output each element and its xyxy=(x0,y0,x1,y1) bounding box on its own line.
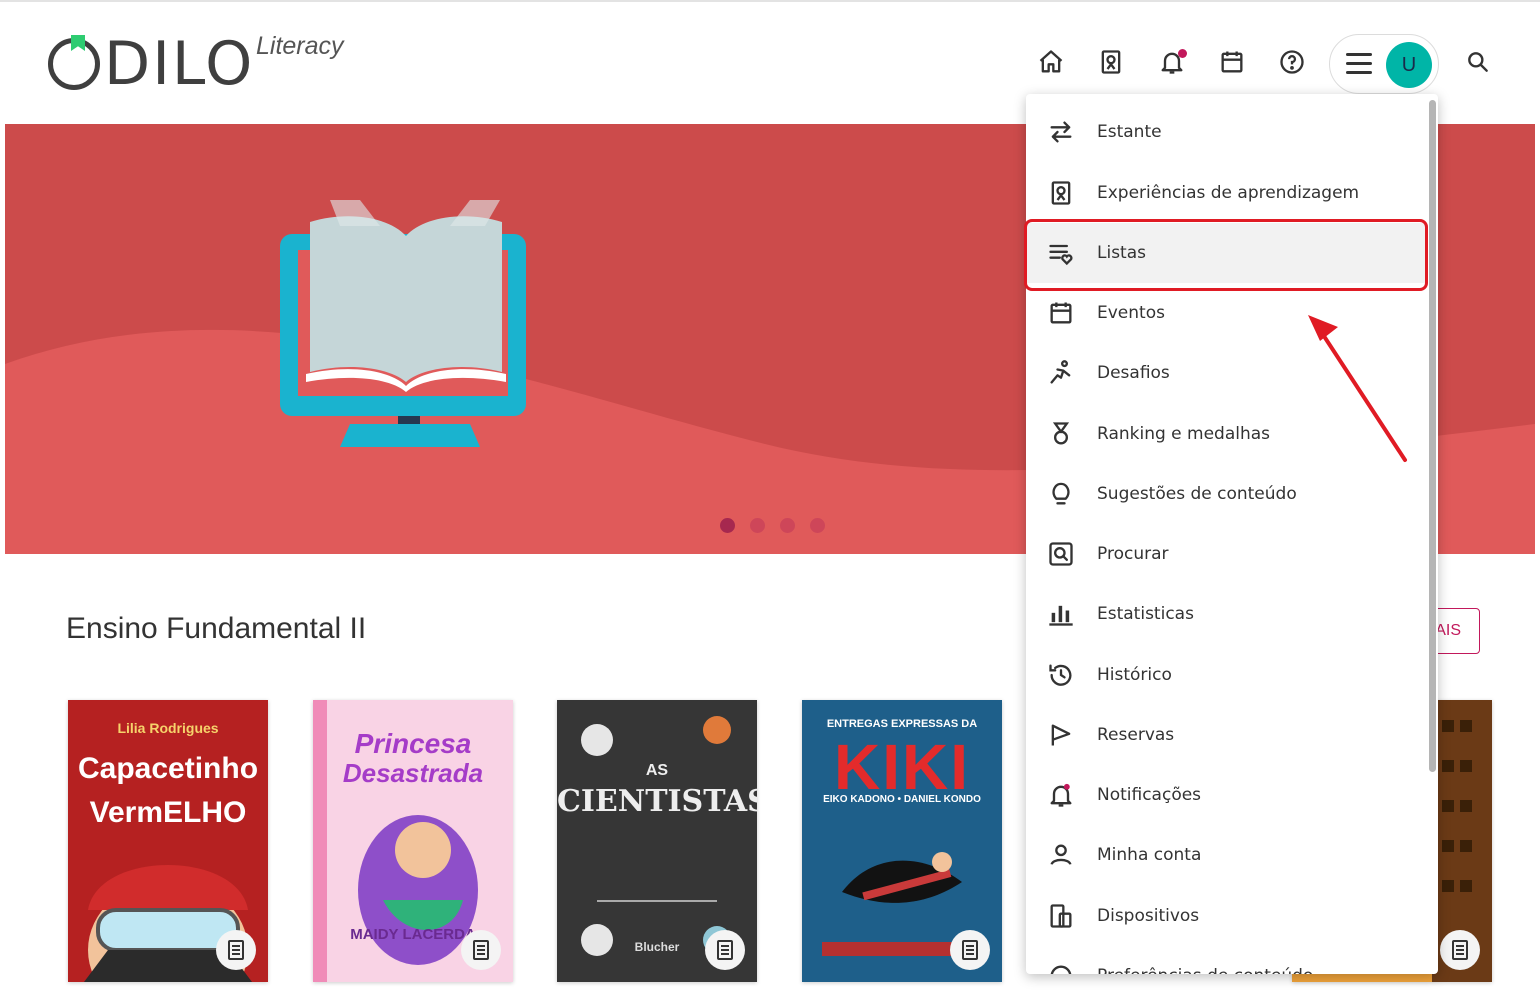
menu-item-estatisticas[interactable]: Estatisticas xyxy=(1026,584,1426,644)
menu-item-label: Eventos xyxy=(1097,303,1165,323)
book-card-1[interactable]: Lilia Rodrigues Capacetinho VermELHO xyxy=(68,700,268,982)
book-card-2[interactable]: Princesa Desastrada MAIDY LACERDA xyxy=(313,700,513,982)
challenge-icon xyxy=(1046,358,1076,388)
search-icon xyxy=(1465,49,1491,80)
section-title: Ensino Fundamental II xyxy=(66,612,367,645)
menu-item-reservas[interactable]: Reservas xyxy=(1026,705,1426,765)
book-title: KIKI xyxy=(834,731,970,803)
document-icon xyxy=(228,940,244,960)
help-icon xyxy=(1278,48,1306,81)
menu-item-label: Estatisticas xyxy=(1097,604,1194,624)
flag-icon xyxy=(1046,720,1076,750)
nav-learning-button[interactable] xyxy=(1089,40,1133,88)
home-icon xyxy=(1037,48,1065,81)
bell-icon xyxy=(1046,780,1076,810)
menu-item-label: Estante xyxy=(1097,122,1162,142)
menu-item-experiencias[interactable]: Experiências de aprendizagem xyxy=(1026,163,1426,223)
book-card-4[interactable]: ENTREGAS EXPRESSAS DA KIKI EIKO KADONO •… xyxy=(802,700,1002,982)
book-title-line1: Princesa xyxy=(354,728,472,759)
book-title-line1: AS xyxy=(645,762,669,779)
menu-item-label: Ranking e medalhas xyxy=(1097,424,1271,444)
menu-item-label: Experiências de aprendizagem xyxy=(1097,183,1360,203)
menu-item-preferencias[interactable]: Preferências de conteúdo xyxy=(1026,946,1426,974)
book-title-line1: Capacetinho xyxy=(77,752,259,785)
carousel-dot-1[interactable] xyxy=(720,518,735,533)
document-icon xyxy=(1452,940,1468,960)
nav-notifications-button[interactable] xyxy=(1150,40,1194,88)
logo-subtitle: Literacy xyxy=(256,32,344,60)
document-icon xyxy=(717,940,733,960)
lightbulb-icon xyxy=(1046,479,1076,509)
nav-events-button[interactable] xyxy=(1210,40,1254,88)
ebook-badge xyxy=(461,930,501,970)
ebook-badge xyxy=(1440,930,1480,970)
carousel-dot-3[interactable] xyxy=(780,518,795,533)
search-button[interactable] xyxy=(1458,42,1498,86)
menu-scrollbar[interactable] xyxy=(1429,100,1436,772)
medal-icon xyxy=(1046,419,1076,449)
menu-item-label: Procurar xyxy=(1097,544,1169,564)
swap-arrows-icon xyxy=(1046,117,1076,147)
calendar-icon xyxy=(1218,48,1246,81)
book-card-3[interactable]: AS CIENTISTAS Blucher xyxy=(557,700,757,982)
calendar-icon xyxy=(1046,298,1076,328)
menu-item-label: Minha conta xyxy=(1097,845,1202,865)
highlight-box xyxy=(1024,219,1428,291)
menu-item-minha-conta[interactable]: Minha conta xyxy=(1026,825,1426,885)
menu-item-notificacoes[interactable]: Notificações xyxy=(1026,765,1426,825)
book-title-line2: CIENTISTAS xyxy=(557,784,757,819)
bookmark-icon xyxy=(71,35,85,51)
book-author: EIKO KADONO • DANIEL KONDO xyxy=(823,794,981,805)
user-icon xyxy=(1046,840,1076,870)
book-subtitle: ENTREGAS EXPRESSAS DA xyxy=(826,718,978,730)
menu-item-label: Dispositivos xyxy=(1097,906,1200,926)
ebook-badge xyxy=(216,930,256,970)
menu-item-label: Preferências de conteúdo xyxy=(1097,966,1313,974)
nav-help-button[interactable] xyxy=(1270,40,1314,88)
book-monitor-illustration xyxy=(280,200,526,447)
menu-item-label: Desafios xyxy=(1097,363,1170,383)
menu-item-label: Sugestões de conteúdo xyxy=(1097,484,1297,504)
annotation-arrow xyxy=(1308,315,1407,462)
carousel-dot-2[interactable] xyxy=(750,518,765,533)
history-icon xyxy=(1046,660,1076,690)
notification-dot xyxy=(1178,49,1187,58)
book-author: Lilia Rodrigues xyxy=(117,720,219,736)
book-title-line2: Desastrada xyxy=(342,758,484,788)
bar-chart-icon xyxy=(1046,599,1076,629)
search-box-icon xyxy=(1046,539,1076,569)
nav-home-button[interactable] xyxy=(1029,40,1073,88)
menu-item-estante[interactable]: Estante xyxy=(1026,102,1426,162)
book-title-line2: VermELHO xyxy=(89,796,247,829)
document-icon xyxy=(962,940,978,960)
learning-experience-icon xyxy=(1097,48,1125,81)
menu-item-label: Histórico xyxy=(1097,665,1172,685)
logo-text: DILO xyxy=(104,29,255,99)
menu-item-procurar[interactable]: Procurar xyxy=(1026,524,1426,584)
menu-item-label: Reservas xyxy=(1097,725,1175,745)
learning-experience-icon xyxy=(1046,178,1076,208)
menu-item-label: Notificações xyxy=(1097,785,1202,805)
odilo-logo[interactable]: DILO Literacy xyxy=(48,32,368,96)
devices-icon xyxy=(1046,901,1076,931)
logo-wordmark: DILO xyxy=(48,34,254,94)
menu-item-historico[interactable]: Histórico xyxy=(1026,645,1426,705)
menu-item-dispositivos[interactable]: Dispositivos xyxy=(1026,886,1426,946)
document-icon xyxy=(473,940,489,960)
carousel-dot-4[interactable] xyxy=(810,518,825,533)
avatar: U xyxy=(1386,42,1432,88)
ebook-badge xyxy=(950,930,990,970)
hamburger-icon xyxy=(1346,53,1372,77)
logo-o-ring xyxy=(48,35,100,90)
ebook-badge xyxy=(705,930,745,970)
user-menu-toggle[interactable]: U xyxy=(1329,34,1439,94)
preferences-icon xyxy=(1046,961,1076,974)
